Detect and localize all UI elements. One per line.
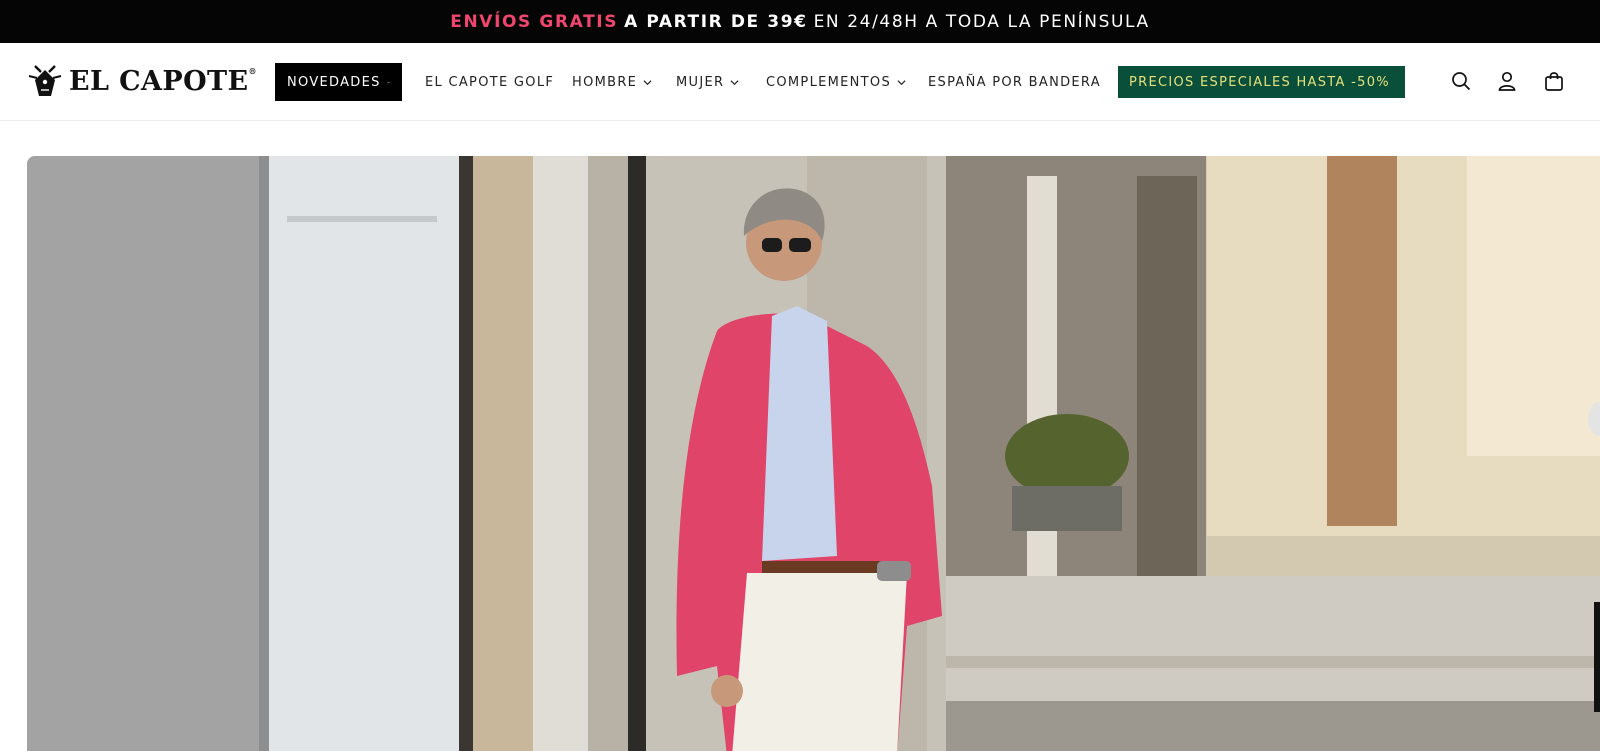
hero-photo-illustration [27, 156, 1600, 751]
announcement-highlight: ENVÍOS GRATIS [450, 11, 619, 32]
nav-item-label: MUJER [676, 74, 725, 90]
nav-item-label: PRECIOS ESPECIALES HASTA -50% [1129, 74, 1390, 90]
nav-item-label: HOMBRE [572, 74, 638, 90]
nav-item-label: EL CAPOTE GOLF [425, 74, 555, 90]
nav-item-el-capote-golf[interactable]: EL CAPOTE GOLF [425, 63, 554, 101]
nav-item-label: NOVEDADES [287, 74, 381, 90]
announcement-bold: A PARTIR DE 39€ [624, 11, 808, 32]
hero-banner-image[interactable] [27, 156, 1600, 751]
account-icon[interactable] [1496, 70, 1518, 92]
nav-item-mujer[interactable]: MUJER [676, 63, 739, 101]
brand-logo[interactable]: EL CAPOTE® [27, 61, 257, 101]
announcement-bar: ENVÍOS GRATIS A PARTIR DE 39€ EN 24/48H … [0, 0, 1600, 43]
nav-item-label: COMPLEMENTOS [766, 74, 892, 90]
bull-logo-icon [28, 65, 62, 96]
cart-icon[interactable] [1543, 70, 1565, 92]
chevron-down-icon [643, 79, 652, 85]
nav-item-novedades[interactable]: NOVEDADES [275, 63, 402, 101]
nav-item-precios-especiales[interactable]: PRECIOS ESPECIALES HASTA -50% [1118, 66, 1405, 98]
announcement-text: EN 24/48H A TODA LA PENÍNSULA [813, 11, 1150, 32]
nav-item-espana-por-bandera[interactable]: ESPAÑA POR BANDERA [928, 63, 1101, 101]
nav-item-hombre[interactable]: HOMBRE [572, 63, 652, 101]
chevron-down-icon [386, 81, 390, 83]
site-header: EL CAPOTE® NOVEDADES EL CAPOTE GOLF HOMB… [0, 43, 1600, 121]
chevron-down-icon [730, 79, 739, 85]
brand-name: EL CAPOTE® [69, 65, 257, 97]
chevron-down-icon [897, 79, 906, 85]
nav-item-label: ESPAÑA POR BANDERA [928, 74, 1101, 90]
search-icon[interactable] [1450, 70, 1472, 92]
scroll-indicator[interactable] [1594, 602, 1600, 712]
nav-item-complementos[interactable]: COMPLEMENTOS [766, 63, 906, 101]
